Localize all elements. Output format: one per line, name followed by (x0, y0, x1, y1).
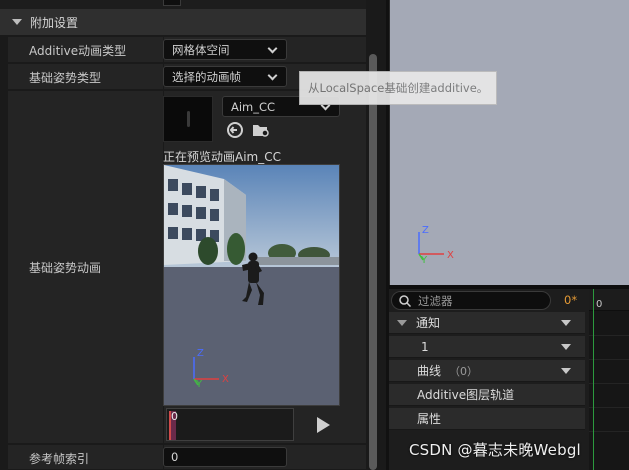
scrollbar-thumb[interactable] (369, 54, 377, 470)
track-attributes[interactable]: 属性 (389, 408, 585, 430)
timeline-row-divider (589, 383, 629, 384)
filter-count: 0* (564, 293, 578, 307)
axis-x-label: X (222, 374, 229, 385)
use-selected-asset-icon[interactable] (226, 121, 244, 139)
dropdown-arrow-icon[interactable] (561, 320, 571, 326)
track-label: 属性 (417, 412, 442, 426)
timeline-row-divider (589, 407, 629, 408)
main-viewport-gizmo: Z X Y (418, 225, 454, 266)
section-title: 附加设置 (30, 15, 79, 30)
dropdown-arrow-icon[interactable] (561, 368, 571, 374)
track-label: 1 (421, 339, 429, 354)
dropdown-value: 选择的动画帧 (172, 69, 241, 84)
main-viewport[interactable]: Z X Y (389, 0, 629, 285)
timeline-playhead[interactable] (593, 289, 594, 470)
row-label: 基础姿势动画 (29, 261, 102, 275)
track-label: Additive图层轨道 (417, 388, 515, 402)
preview-scene: Z X Y (164, 165, 339, 405)
filter-input[interactable]: 过滤器 (391, 291, 551, 310)
preview-status-text: 正在预览动画Aim_CC (163, 150, 281, 164)
chevron-down-icon (267, 43, 278, 54)
row-label: Additive动画类型 (29, 44, 127, 58)
animation-preview-viewport[interactable]: Z X Y (163, 164, 340, 406)
preview-timeline-scrubber[interactable]: 0 (166, 408, 294, 441)
axis-z-label: Z (422, 225, 429, 236)
asset-thumbnail[interactable] (163, 96, 213, 142)
track-notifies[interactable]: 通知 (389, 312, 585, 334)
timeline-row-divider (589, 359, 629, 360)
tooltip: 从LocalSpace基础创建additive。 (299, 71, 497, 105)
additive-anim-type-dropdown[interactable]: 网格体空间 (163, 39, 287, 60)
ref-frame-index-input[interactable]: 0 (163, 447, 287, 467)
browse-folder-icon[interactable] (252, 121, 270, 139)
row-label: 参考帧索引 (29, 452, 90, 466)
section-header-additive[interactable]: 附加设置 (0, 9, 366, 35)
track-notify-1[interactable]: 1 (389, 336, 585, 358)
timeline-row-divider (589, 335, 629, 336)
track-label: 曲线 (417, 364, 442, 378)
timeline-frame: 0 (171, 410, 178, 423)
top-strip (0, 0, 366, 9)
row-label: 基础姿势类型 (29, 71, 102, 85)
dropdown-value: 网格体空间 (172, 42, 230, 57)
input-value: 0 (171, 450, 179, 464)
axis-x-label: X (447, 250, 454, 261)
axis-z-label: Z (197, 348, 204, 359)
timeline-ruler[interactable] (589, 289, 629, 311)
dropdown-arrow-icon[interactable] (561, 344, 571, 350)
track-curves[interactable]: 曲线 （0） (389, 360, 585, 382)
timeline-row-divider (589, 431, 629, 432)
mini-field[interactable] (163, 0, 181, 6)
axis-y-label: Y (195, 379, 203, 390)
collapse-caret-icon[interactable] (12, 19, 22, 25)
collapse-caret-icon[interactable] (397, 319, 407, 326)
base-pose-type-dropdown[interactable]: 选择的动画帧 (163, 66, 287, 87)
tooltip-text: 从LocalSpace基础创建additive。 (308, 81, 489, 95)
watermark: CSDN @暮志未晚Webgl (409, 441, 581, 459)
chevron-down-icon (267, 70, 278, 81)
search-icon (399, 295, 411, 307)
filter-placeholder: 过滤器 (418, 293, 453, 308)
track-timeline-area[interactable]: 0 (589, 289, 629, 470)
asset-name: Aim_CC (231, 99, 276, 114)
axis-y-label: Y (420, 255, 428, 266)
curve-count: （0） (449, 364, 479, 378)
timeline-zero-label: 0 (596, 299, 603, 310)
play-icon[interactable] (317, 417, 330, 433)
track-label: 通知 (416, 316, 441, 330)
track-additive-layers[interactable]: Additive图层轨道 (389, 384, 585, 406)
